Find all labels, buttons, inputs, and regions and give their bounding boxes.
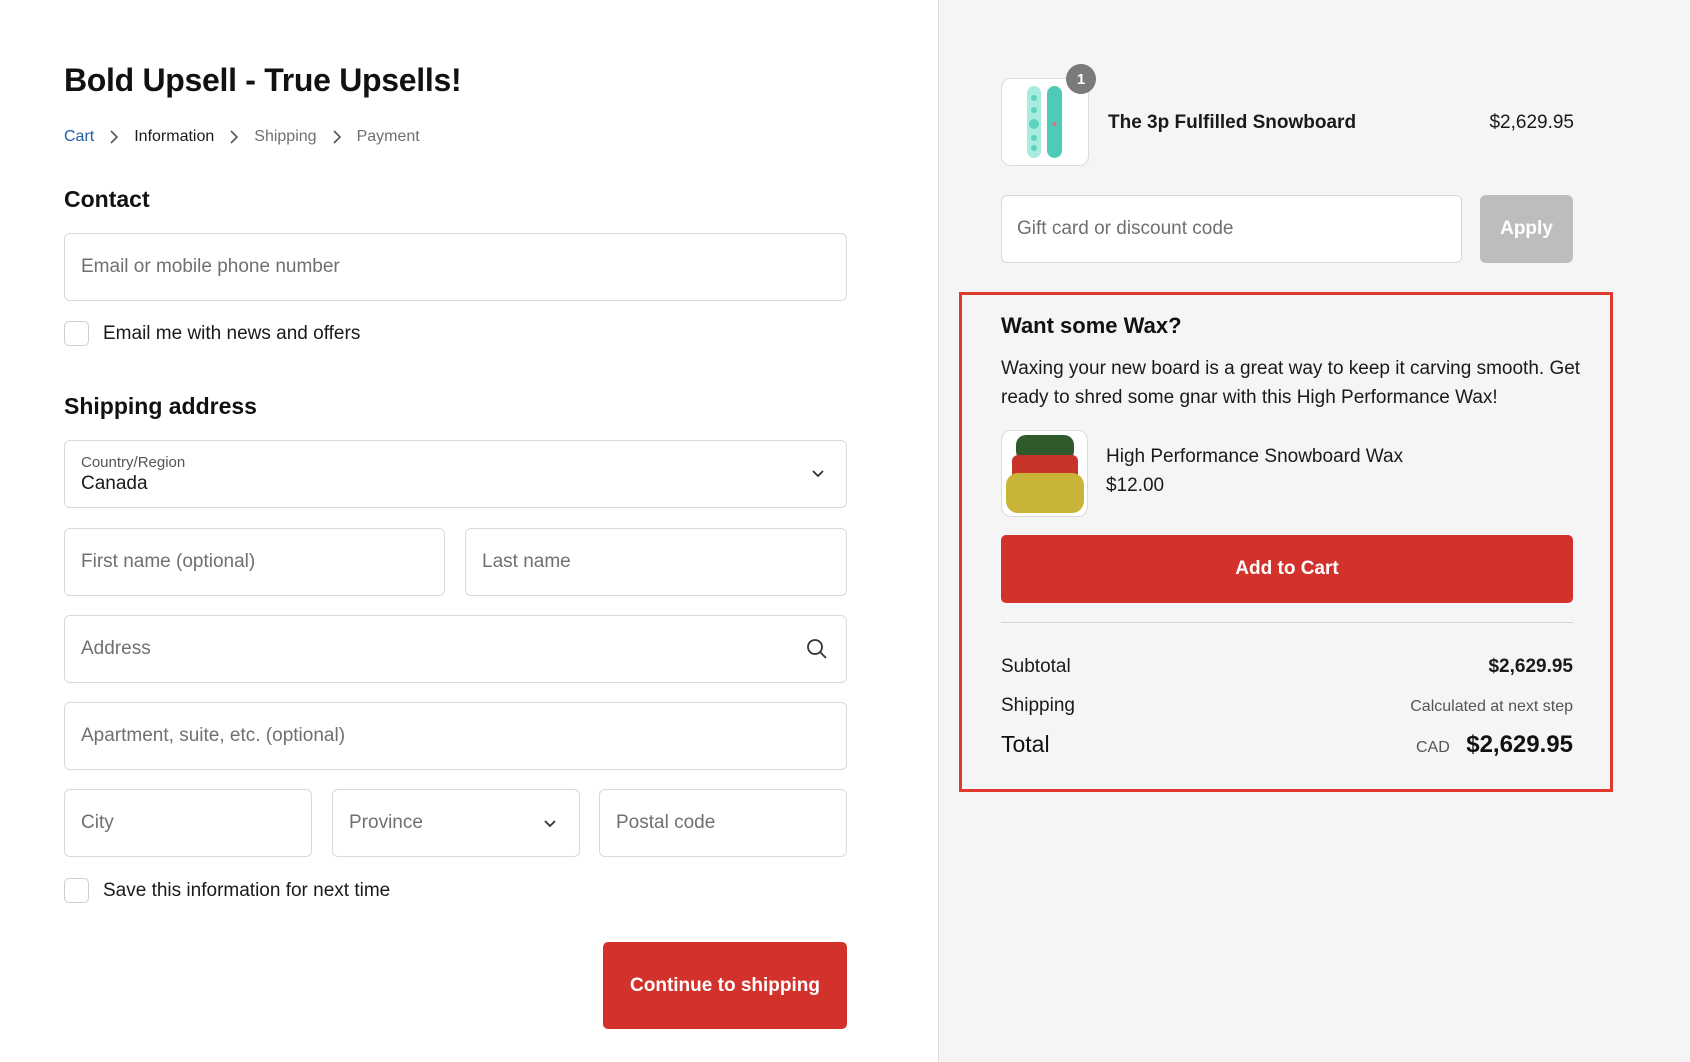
summary-divider xyxy=(1001,622,1573,623)
country-value: Canada xyxy=(81,472,148,494)
first-name-input[interactable] xyxy=(81,529,428,595)
apartment-field[interactable] xyxy=(64,702,847,770)
save-info-checkbox[interactable] xyxy=(64,878,89,903)
postal-code-field[interactable] xyxy=(599,789,847,857)
upsell-product-price: $12.00 xyxy=(1106,475,1165,496)
discount-code-input[interactable] xyxy=(1017,218,1446,240)
shipping-label: Shipping xyxy=(1001,695,1075,716)
breadcrumb-payment: Payment xyxy=(356,128,420,145)
breadcrumb: Cart Information Shipping Payment xyxy=(64,128,420,146)
store-title: Bold Upsell - True Upsells! xyxy=(64,62,462,98)
apartment-input[interactable] xyxy=(81,703,830,769)
search-icon[interactable] xyxy=(805,636,830,662)
wax-thumbnail xyxy=(1001,430,1088,517)
cart-product-name: The 3p Fulfilled Snowboard xyxy=(1108,112,1357,133)
city-field[interactable] xyxy=(64,789,312,857)
total-label: Total xyxy=(1001,731,1050,757)
news-checkbox-label: Email me with news and offers xyxy=(103,322,361,344)
discount-code-field[interactable] xyxy=(1001,195,1462,263)
snowboard-image xyxy=(1027,86,1062,158)
first-name-field[interactable] xyxy=(64,528,445,596)
continue-to-shipping-button[interactable]: Continue to shipping xyxy=(603,942,847,1029)
save-info-checkbox-row[interactable]: Save this information for next time xyxy=(64,878,390,903)
subtotal-label: Subtotal xyxy=(1001,656,1071,677)
subtotal-row: Subtotal $2,629.95 xyxy=(1001,656,1573,678)
chevron-down-icon xyxy=(810,465,826,486)
country-select[interactable]: Country/Region Canada xyxy=(64,440,847,508)
shipping-value: Calculated at next step xyxy=(1410,698,1573,715)
last-name-field[interactable] xyxy=(465,528,847,596)
upsell-product-name: High Performance Snowboard Wax xyxy=(1106,446,1404,467)
apply-discount-button[interactable]: Apply xyxy=(1480,195,1573,263)
chevron-right-icon xyxy=(317,130,357,144)
contact-heading: Contact xyxy=(64,186,150,212)
last-name-input[interactable] xyxy=(482,529,830,595)
subtotal-value: $2,629.95 xyxy=(1488,656,1573,677)
chevron-down-icon xyxy=(537,810,563,836)
city-input[interactable] xyxy=(81,790,295,856)
total-currency: CAD xyxy=(1415,739,1450,756)
total-value: $2,629.95 xyxy=(1466,731,1573,758)
breadcrumb-shipping: Shipping xyxy=(254,128,317,145)
upsell-title: Want some Wax? xyxy=(1001,313,1182,338)
wax-image xyxy=(1006,435,1084,513)
chevron-right-icon xyxy=(94,130,134,144)
email-input[interactable] xyxy=(81,234,830,300)
cart-product-price: $2,629.95 xyxy=(1489,112,1574,133)
news-checkbox[interactable] xyxy=(64,321,89,346)
chevron-right-icon xyxy=(214,130,254,144)
address-field[interactable] xyxy=(64,615,847,683)
add-to-cart-button[interactable]: Add to Cart xyxy=(1001,535,1573,603)
province-placeholder: Province xyxy=(349,812,423,833)
address-input[interactable] xyxy=(81,616,805,682)
total-row: Total CAD $2,629.95 xyxy=(1001,731,1573,759)
province-select[interactable]: Province xyxy=(332,789,580,857)
news-checkbox-row[interactable]: Email me with news and offers xyxy=(64,321,360,346)
breadcrumb-information: Information xyxy=(134,128,215,145)
quantity-badge: 1 xyxy=(1066,64,1096,94)
email-field[interactable] xyxy=(64,233,847,301)
postal-code-input[interactable] xyxy=(616,790,830,856)
shipping-address-heading: Shipping address xyxy=(64,393,257,419)
country-label: Country/Region xyxy=(81,453,186,471)
upsell-description: Waxing your new board is a great way to … xyxy=(1001,358,1581,408)
shipping-row: Shipping Calculated at next step xyxy=(1001,695,1573,717)
save-info-checkbox-label: Save this information for next time xyxy=(103,879,391,901)
breadcrumb-cart-link[interactable]: Cart xyxy=(64,128,94,146)
